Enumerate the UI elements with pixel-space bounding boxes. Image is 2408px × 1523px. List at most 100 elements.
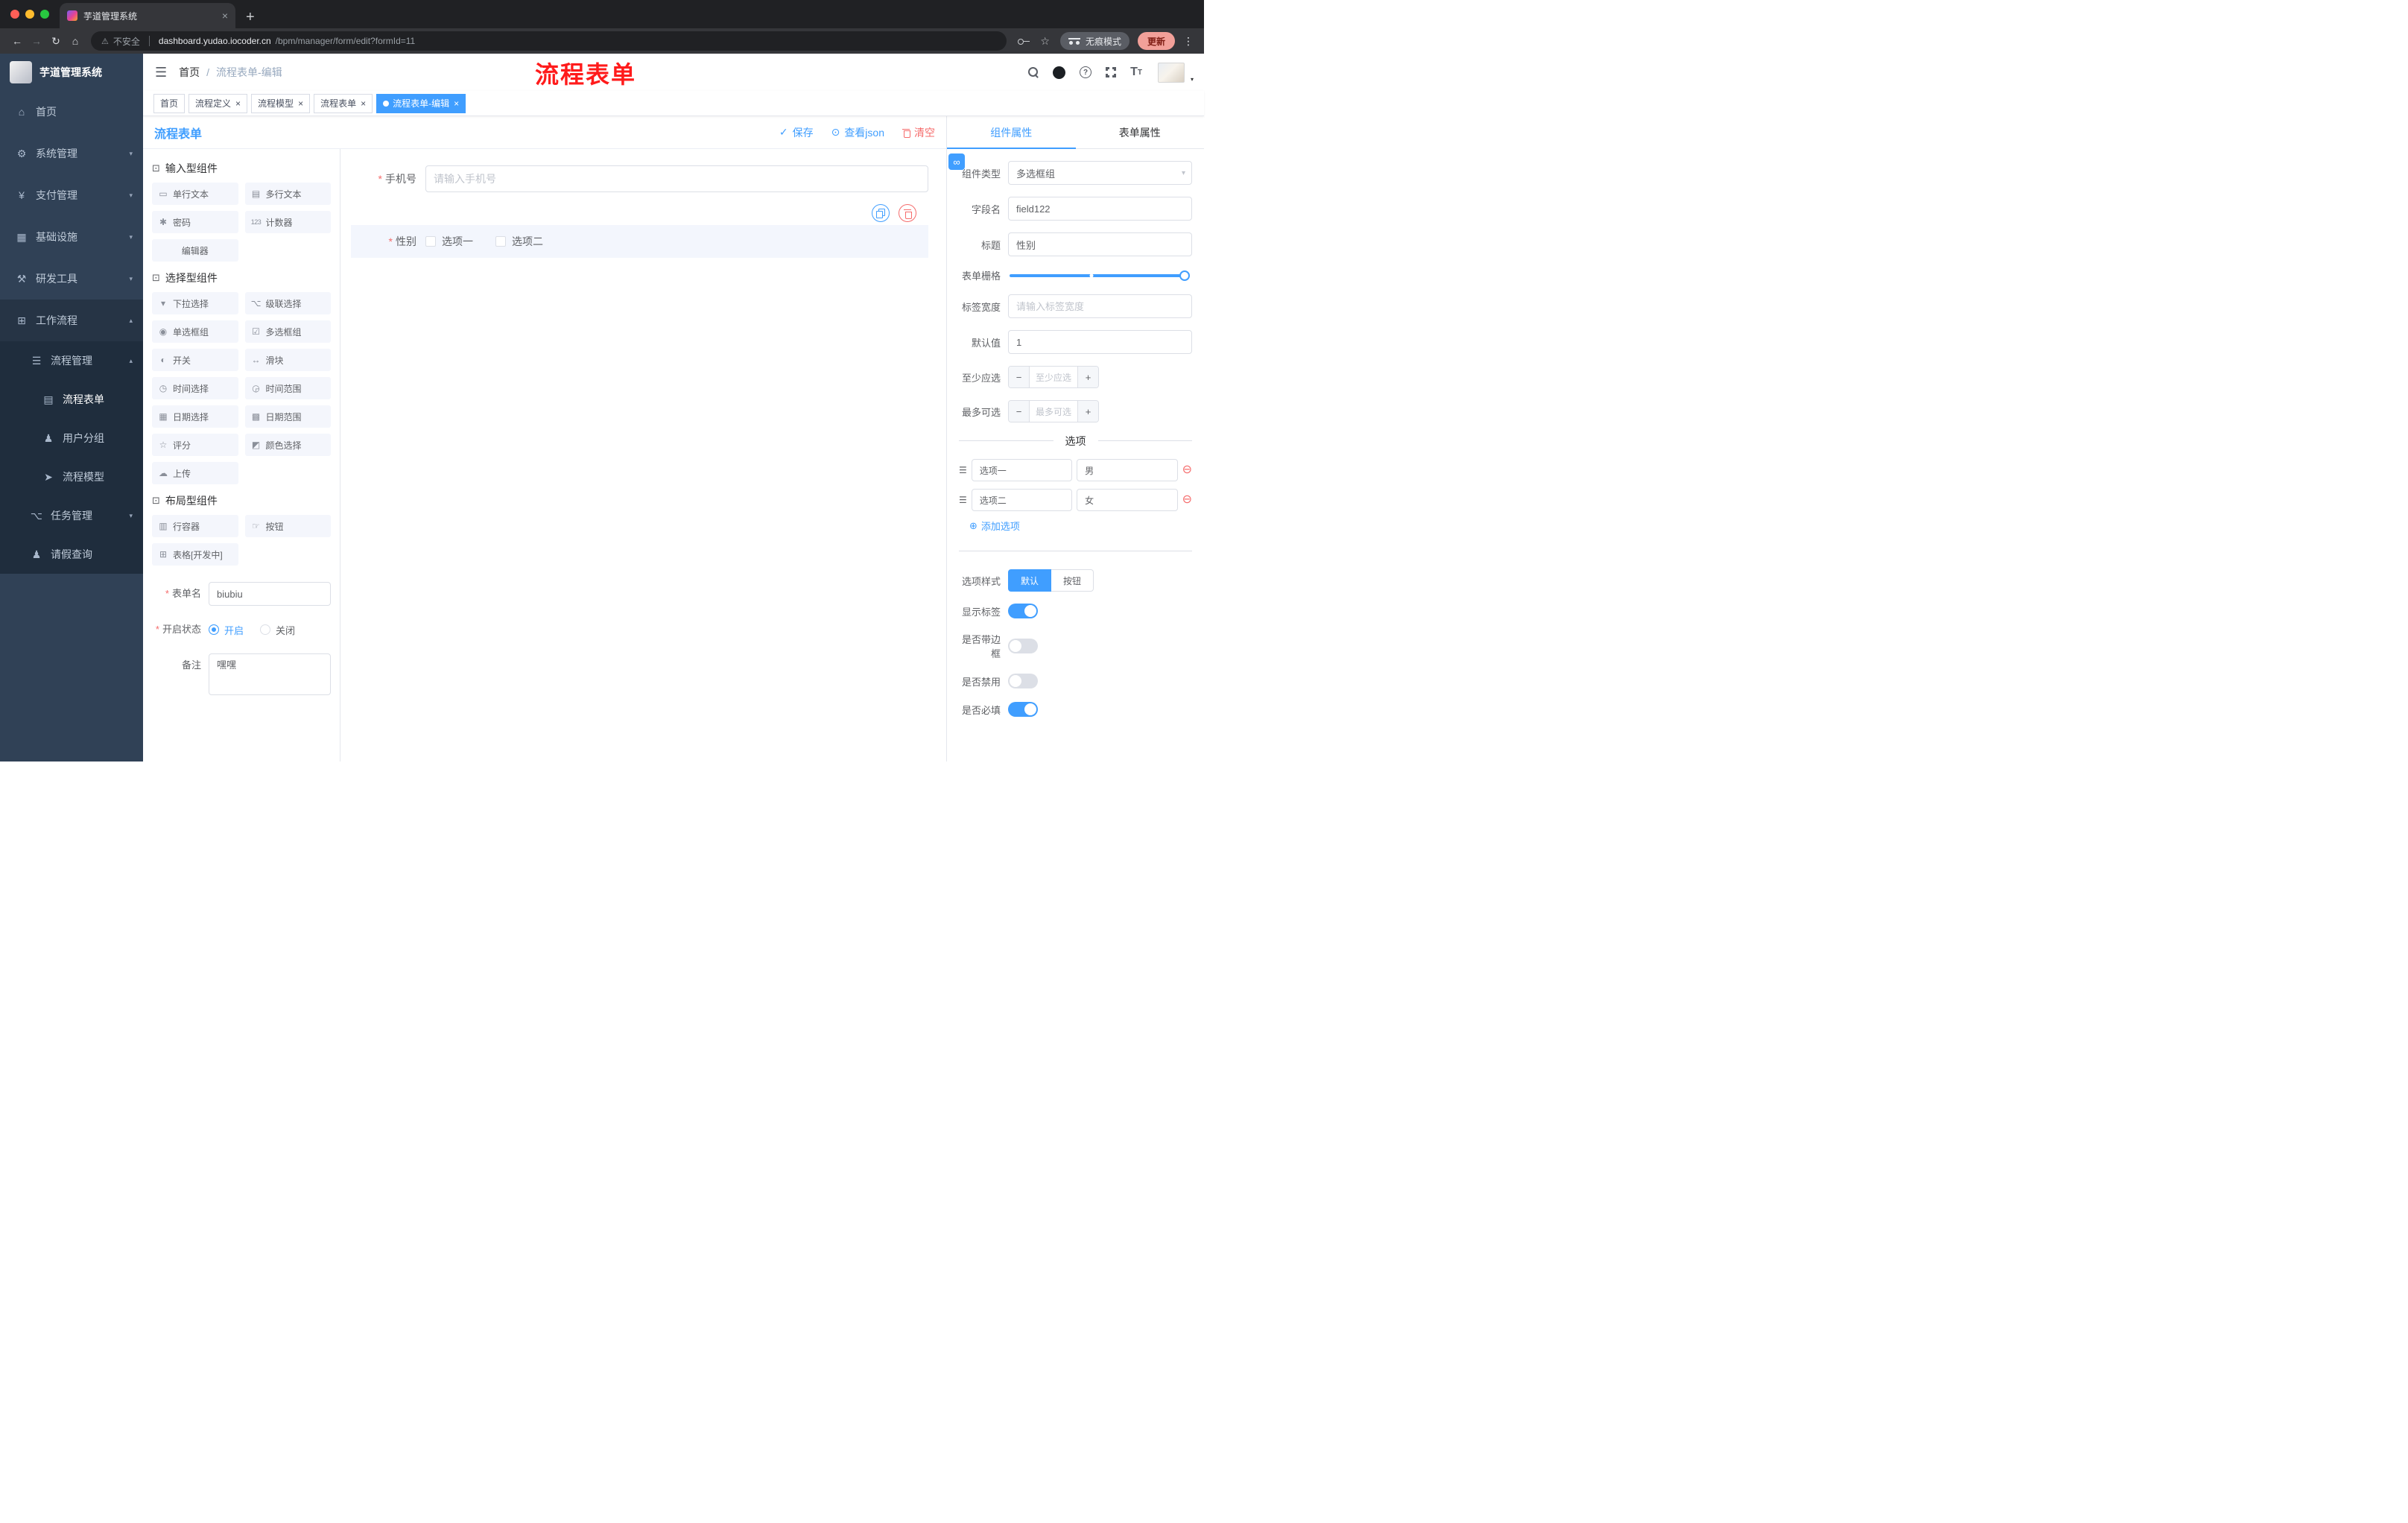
component-time-picker[interactable]: ◷ 时间选择 [152, 377, 238, 399]
update-button[interactable]: 更新 [1137, 32, 1175, 50]
sidebar-item-process-model[interactable]: ➤ 流程模型 [0, 457, 143, 496]
component-multi-line-text[interactable]: ▤ 多行文本 [244, 183, 331, 205]
increase-button[interactable]: + [1077, 401, 1098, 422]
checkbox-icon[interactable] [425, 236, 436, 247]
minimize-window-button[interactable] [25, 10, 34, 19]
sidebar-item-home[interactable]: ⌂ 首页 [0, 91, 143, 133]
avatar[interactable] [1158, 62, 1185, 83]
radio-closed[interactable]: 关闭 [260, 623, 295, 637]
sidebar-item-task-management[interactable]: ⌥ 任务管理 ▾ [0, 496, 143, 535]
sidebar-item-payment-management[interactable]: ¥ 支付管理 ▾ [0, 174, 143, 216]
component-cascader[interactable]: ⌥ 级联选择 [244, 292, 331, 314]
component-button[interactable]: ☞ 按钮 [244, 515, 331, 537]
remove-option-icon[interactable]: ⊖ [1182, 494, 1192, 506]
checkbox-icon[interactable] [495, 236, 506, 247]
form-remark-textarea[interactable]: 嘿嘿 [209, 653, 331, 695]
sidebar-item-leave-query[interactable]: ♟ 请假查询 [0, 535, 143, 574]
component-color-picker[interactable]: ◩ 颜色选择 [244, 434, 331, 456]
increase-button[interactable]: + [1077, 367, 1098, 387]
title-input[interactable] [1008, 232, 1192, 256]
decrease-button[interactable]: − [1009, 367, 1030, 387]
component-editor[interactable]: 编辑器 [152, 239, 238, 262]
address-bar[interactable]: ⚠ 不安全 dashboard.yudao.iocoder.cn/bpm/man… [91, 31, 1007, 51]
close-window-button[interactable] [10, 10, 19, 19]
disabled-toggle[interactable] [1008, 674, 1038, 688]
tab-component-props[interactable]: 组件属性 [947, 116, 1076, 149]
component-table[interactable]: ⊞ 表格[开发中] [152, 543, 238, 566]
tag-home[interactable]: 首页 [153, 93, 186, 113]
close-icon[interactable]: × [298, 98, 303, 109]
component-checkbox-group[interactable]: ☑ 多选框组 [244, 320, 331, 343]
tab-close-icon[interactable]: × [222, 10, 228, 22]
component-upload[interactable]: ☁ 上传 [152, 462, 238, 484]
form-canvas[interactable]: 手机号 性别 选项一 [340, 149, 946, 762]
max-select-value[interactable]: 最多可选 [1030, 401, 1077, 422]
sidebar-item-process-management[interactable]: ☰ 流程管理 ▴ [0, 341, 143, 380]
component-date-picker[interactable]: ▦ 日期选择 [152, 405, 238, 428]
widget-phone-field[interactable]: 手机号 [351, 165, 928, 192]
component-single-line-text[interactable]: ▭ 单行文本 [152, 183, 238, 205]
option-label-input[interactable] [971, 489, 1073, 511]
sidebar-item-process-form[interactable]: ▤ 流程表单 [0, 380, 143, 419]
github-icon[interactable] [1053, 66, 1066, 79]
remove-option-icon[interactable]: ⊖ [1182, 464, 1192, 476]
component-switch[interactable]: ◐ 开关 [152, 349, 238, 371]
slider-handle[interactable] [1179, 270, 1190, 281]
grid-slider[interactable] [1010, 270, 1190, 281]
style-default-button[interactable]: 默认 [1008, 569, 1052, 592]
component-row-container[interactable]: ▥ 行容器 [152, 515, 238, 537]
sidebar-item-dev-tools[interactable]: ⚒ 研发工具 ▾ [0, 258, 143, 300]
help-icon[interactable]: ? [1080, 66, 1092, 78]
close-icon[interactable]: × [454, 98, 459, 109]
checkbox-option-2[interactable]: 选项二 [495, 234, 543, 249]
tab-form-props[interactable]: 表单属性 [1076, 116, 1205, 148]
search-icon[interactable] [1028, 67, 1039, 77]
default-value-input[interactable] [1008, 330, 1192, 354]
border-toggle[interactable] [1008, 639, 1038, 653]
browser-tab[interactable]: 芋道管理系统 × [60, 3, 235, 28]
hamburger-icon[interactable]: ☰ [155, 65, 167, 80]
browser-menu-icon[interactable]: ⋮ [1183, 35, 1194, 48]
security-warning-icon[interactable]: ⚠ [101, 37, 109, 46]
save-button[interactable]: ✓ 保存 [779, 125, 814, 140]
breadcrumb-home[interactable]: 首页 [179, 65, 200, 80]
style-button-button[interactable]: 按钮 [1051, 569, 1094, 592]
delete-widget-button[interactable] [899, 204, 916, 222]
component-dropdown-select[interactable]: ▾ 下拉选择 [152, 292, 238, 314]
tag-process-form-edit[interactable]: 流程表单-编辑 × [376, 93, 466, 113]
drag-handle-icon[interactable]: ☰ [959, 495, 967, 505]
bookmark-star-icon[interactable]: ☆ [1040, 35, 1050, 48]
add-option-button[interactable]: ⊕ 添加选项 [969, 519, 1192, 533]
view-json-button[interactable]: ⊙ 查看json [831, 125, 884, 140]
component-slider[interactable]: ↔ 滑块 [244, 349, 331, 371]
decrease-button[interactable]: − [1009, 401, 1030, 422]
sidebar-item-user-group[interactable]: ♟ 用户分组 [0, 419, 143, 457]
component-counter[interactable]: 123 计数器 [244, 211, 331, 233]
show-label-toggle[interactable] [1008, 604, 1038, 618]
security-label[interactable]: 不安全 [113, 35, 140, 48]
drag-handle-icon[interactable]: ☰ [959, 465, 967, 475]
widget-gender-checkbox-group[interactable]: 性别 选项一 选项二 [351, 204, 928, 258]
clear-button[interactable]: 清空 [902, 125, 935, 140]
option-value-input[interactable] [1077, 459, 1178, 481]
component-rate[interactable]: ☆ 评分 [152, 434, 238, 456]
back-button[interactable]: ← [7, 35, 27, 47]
phone-input[interactable] [425, 165, 928, 192]
sidebar-item-system-management[interactable]: ⚙ 系统管理 ▾ [0, 133, 143, 174]
close-icon[interactable]: × [361, 98, 366, 109]
option-label-input[interactable] [971, 459, 1073, 481]
new-tab-button[interactable]: + [246, 10, 255, 25]
close-icon[interactable]: × [235, 98, 241, 109]
component-date-range[interactable]: ▩ 日期范围 [244, 405, 331, 428]
component-password[interactable]: ✱ 密码 [152, 211, 238, 233]
sidebar-item-workflow[interactable]: ⊞ 工作流程 ▴ [0, 300, 143, 341]
option-value-input[interactable] [1077, 489, 1178, 511]
form-name-input[interactable] [209, 582, 331, 606]
field-name-input[interactable] [1008, 197, 1192, 221]
checkbox-option-1[interactable]: 选项一 [425, 234, 473, 249]
required-toggle[interactable] [1008, 702, 1038, 717]
sidebar-item-infrastructure[interactable]: ▦ 基础设施 ▾ [0, 216, 143, 258]
font-size-icon[interactable]: TT [1130, 66, 1142, 79]
copy-widget-button[interactable] [872, 204, 890, 222]
radio-open[interactable]: 开启 [209, 623, 244, 637]
